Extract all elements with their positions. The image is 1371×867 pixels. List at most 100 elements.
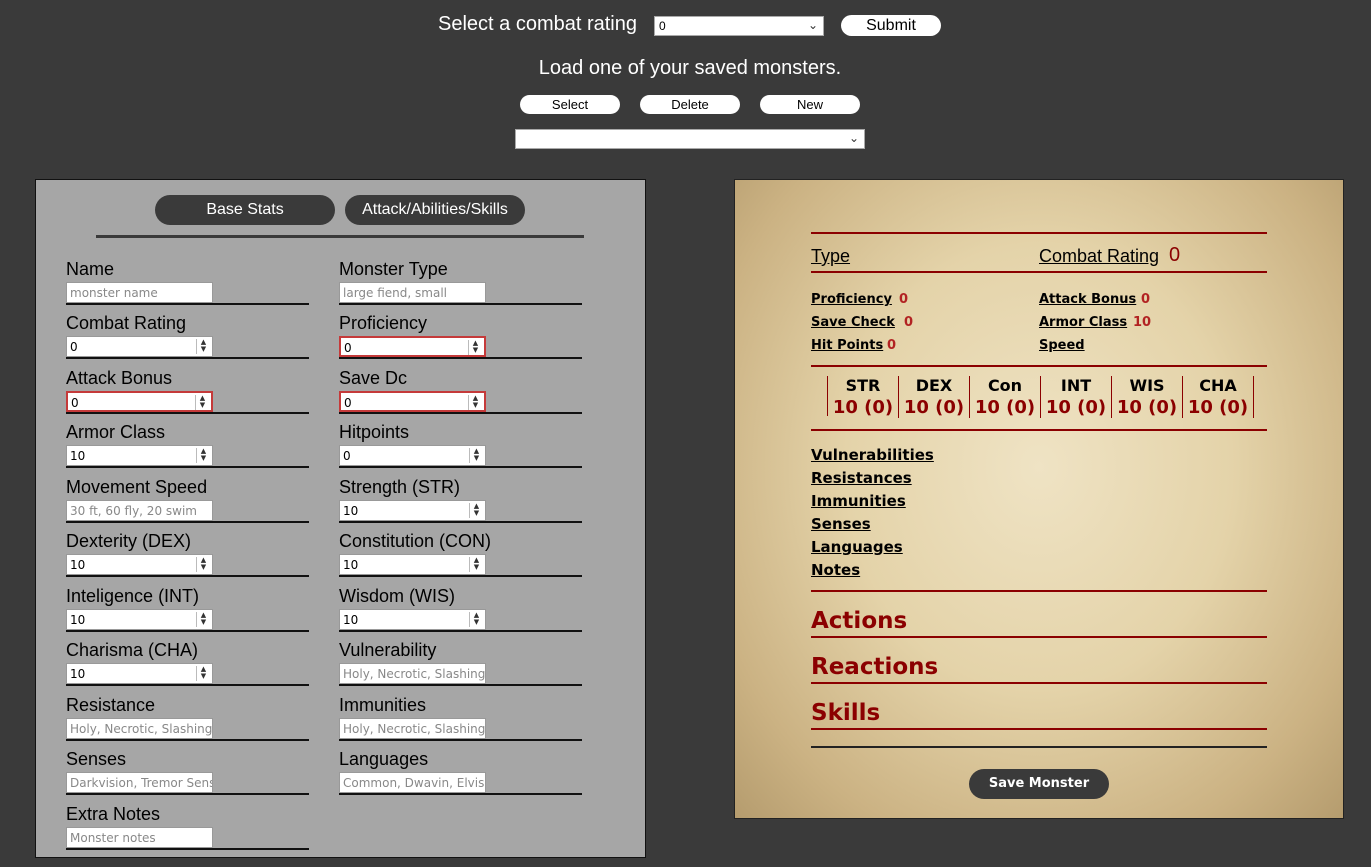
field-underline [339,357,582,359]
sheet-divider [811,365,1267,367]
senses-input[interactable]: Darkvision, Tremor Sense [66,772,213,793]
field-underline [339,412,582,414]
charisma-input[interactable]: 10 ▲ ▼ [66,663,213,684]
field-name: Name monster name [66,259,309,311]
hitpoints-input[interactable]: 0 ▲ ▼ [339,445,486,466]
movement-speed-input[interactable]: 30 ft, 60 fly, 20 swim [66,500,213,521]
immunities-input[interactable]: Holy, Necrotic, Slashing [339,718,486,739]
field-label: Armor Class [66,422,166,442]
spinner-icon[interactable]: ▲ ▼ [469,448,483,463]
delete-button[interactable]: Delete [640,95,740,114]
attack-bonus-input[interactable]: 0 ▲ ▼ [66,391,213,412]
extra-notes-input[interactable]: Monster notes [66,827,213,848]
field-save-dc: Save Dc 0 ▲ ▼ [339,368,582,420]
ability-name: Con [987,376,1023,395]
field-combat-rating: Combat Rating 0 ▲ ▼ [66,313,309,365]
spinner-icon[interactable]: ▲ ▼ [196,557,210,572]
sheet-divider [811,271,1267,273]
combat-rating-input[interactable]: 0 ▲ ▼ [66,336,213,357]
vulnerability-input[interactable]: Holy, Necrotic, Slashing [339,663,486,684]
field-label: Constitution (CON) [339,531,492,551]
new-button[interactable]: New [760,95,860,114]
ability-value: 10 (0) [1187,397,1249,418]
field-underline [339,684,582,686]
saved-monster-select[interactable]: ⌄ [515,129,865,149]
field-underline [66,848,309,850]
spinner-icon[interactable]: ▲ ▼ [468,340,482,355]
save-dc-input[interactable]: 0 ▲ ▼ [339,391,486,412]
section-underline [811,636,1267,638]
field-label: Senses [66,749,127,769]
ability-value: 10 (0) [974,397,1036,418]
spinner-icon[interactable]: ▲ ▼ [469,557,483,572]
spinner-icon[interactable]: ▲ ▼ [469,612,483,627]
field-underline [66,575,309,577]
input-value: 0 [70,340,78,354]
ability-name: DEX [915,376,953,395]
combat-rating-row: Select a combat rating 0 ⌄ Submit [0,12,1371,38]
spinner-icon[interactable]: ▲ ▼ [195,395,209,410]
field-underline [66,303,309,305]
field-label: Resistance [66,695,156,715]
spinner-icon[interactable]: ▲ ▼ [196,666,210,681]
languages-label: Languages [811,538,903,556]
field-label: Inteligence (INT) [66,586,200,606]
spinner-icon[interactable]: ▲ ▼ [196,448,210,463]
input-value: 10 [70,667,86,681]
combat-rating-select-value: 0 [659,19,666,33]
spinner-icon[interactable]: ▲ ▼ [469,503,483,518]
strength-input[interactable]: 10 ▲ ▼ [339,500,486,521]
spinner-icon[interactable]: ▲ ▼ [196,339,210,354]
field-label: Name [66,259,115,279]
notes-label: Notes [811,561,861,579]
constitution-input[interactable]: 10 ▲ ▼ [339,554,486,575]
field-label: Save Dc [339,368,408,388]
tab-base-stats[interactable]: Base Stats [155,195,335,225]
sheet-divider [811,746,1267,748]
save-monster-button[interactable]: Save Monster [969,769,1109,799]
armor-class-input[interactable]: 10 ▲ ▼ [66,445,213,466]
immunities-label: Immunities [811,492,906,510]
field-label: Languages [339,749,429,769]
combat-rating-label: Combat Rating [1039,246,1160,266]
input-value: 0 [344,396,352,410]
field-constitution: Constitution (CON) 10 ▲ ▼ [339,531,582,583]
languages-input[interactable]: Common, Dwavin, Elvish [339,772,486,793]
skills-heading: Skills [811,700,881,726]
field-underline [66,412,309,414]
field-proficiency: Proficiency 0 ▲ ▼ [339,313,582,365]
proficiency-input[interactable]: 0 ▲ ▼ [339,336,486,357]
monster-type-input[interactable]: large fiend, small [339,282,486,303]
sheet-divider [811,429,1267,431]
field-wisdom: Wisdom (WIS) 10 ▲ ▼ [339,586,582,638]
combat-rating-select[interactable]: 0 ⌄ [654,16,824,36]
field-label: Movement Speed [66,477,208,497]
spinner-icon[interactable]: ▲ ▼ [196,612,210,627]
field-resistance: Resistance Holy, Necrotic, Slashing [66,695,309,747]
ability-str: STR 10 (0) [828,376,899,418]
dexterity-input[interactable]: 10 ▲ ▼ [66,554,213,575]
armor-class-label: Armor Class [1039,315,1128,330]
name-input[interactable]: monster name [66,282,213,303]
ability-wis: WIS 10 (0) [1112,376,1183,418]
vulnerabilities-label: Vulnerabilities [811,446,934,464]
submit-button[interactable]: Submit [841,15,941,36]
attack-bonus-label: Attack Bonus [1039,292,1137,307]
tab-attack-abilities-skills[interactable]: Attack/Abilities/Skills [345,195,525,225]
actions-heading: Actions [811,608,908,634]
input-value: 0 [71,396,79,410]
field-hitpoints: Hitpoints 0 ▲ ▼ [339,422,582,474]
field-label: Wisdom (WIS) [339,586,455,606]
field-strength: Strength (STR) 10 ▲ ▼ [339,477,582,529]
input-value: 10 [70,613,86,627]
ability-value: 10 (0) [903,397,965,418]
intelligence-input[interactable]: 10 ▲ ▼ [66,609,213,630]
select-button[interactable]: Select [520,95,620,114]
spinner-icon[interactable]: ▲ ▼ [468,395,482,410]
resistance-input[interactable]: Holy, Necrotic, Slashing [66,718,213,739]
field-immunities: Immunities Holy, Necrotic, Slashing [339,695,582,747]
field-underline [66,466,309,468]
chevron-down-icon: ⌄ [848,131,859,145]
wisdom-input[interactable]: 10 ▲ ▼ [339,609,486,630]
field-label: Charisma (CHA) [66,640,199,660]
